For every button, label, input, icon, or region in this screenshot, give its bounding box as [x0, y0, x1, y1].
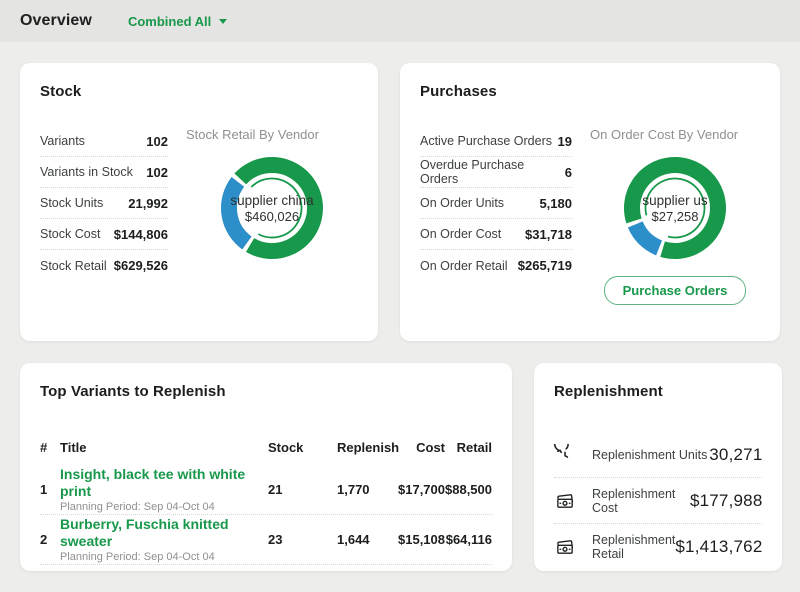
variant-link[interactable]: Burberry, Fuschia knitted sweater [60, 516, 268, 550]
planning-period: Planning Period: Sep 04-Oct 04 [60, 550, 268, 564]
purchases-stats: Active Purchase Orders 19 Overdue Purcha… [420, 126, 572, 305]
donut-chart-icon[interactable] [623, 156, 727, 260]
scope-dropdown[interactable]: Combined All [128, 14, 227, 29]
stat-row-variants: Variants 102 [40, 126, 168, 157]
on-order-cost-by-vendor-donut[interactable]: supplier us $27,258 [623, 156, 727, 260]
replenishment-card: Replenishment Replenishment Units 30,271 [534, 363, 782, 571]
col-header-cost: Cost [395, 440, 445, 455]
top-variants-title: Top Variants to Replenish [40, 383, 492, 400]
table-row[interactable]: 1 Insight, black tee with white print Pl… [40, 465, 492, 515]
purchase-orders-button[interactable]: Purchase Orders [604, 276, 747, 305]
purchases-card-title: Purchases [420, 83, 760, 100]
replenishment-title: Replenishment [554, 383, 762, 400]
col-header-replenish: Replenish [337, 440, 395, 455]
stat-row-stock-cost: Stock Cost $144,806 [40, 219, 168, 250]
col-header-retail: Retail [445, 440, 492, 455]
top-bar: Overview Combined All [0, 0, 800, 42]
donut-chart-icon[interactable] [220, 156, 324, 260]
table-row[interactable]: 2 Burberry, Fuschia knitted sweater Plan… [40, 515, 492, 565]
stat-row-on-order-retail: On Order Retail $265,719 [420, 250, 572, 281]
stock-card-title: Stock [40, 83, 358, 100]
stock-retail-by-vendor-donut[interactable]: supplier china $460,026 [220, 156, 324, 260]
stat-row-variants-in-stock: Variants in Stock 102 [40, 157, 168, 188]
stat-row-overdue-purchase-orders: Overdue Purchase Orders 6 [420, 157, 572, 188]
history-icon [554, 444, 576, 466]
page-title: Overview [20, 12, 92, 30]
dashboard: Stock Variants 102 Variants in Stock 102… [0, 42, 800, 571]
replenishment-retail-row: Replenishment Retail $1,413,762 [554, 524, 762, 570]
scope-dropdown-label: Combined All [128, 14, 211, 29]
col-header-stock: Stock [268, 440, 337, 455]
variants-table-header: # Title Stock Replenish Cost Retail [40, 440, 492, 465]
cash-icon [554, 490, 576, 512]
purchases-card: Purchases Active Purchase Orders 19 Over… [400, 63, 780, 341]
col-header-title: Title [60, 440, 268, 455]
cash-icon [554, 536, 576, 558]
col-header-num: # [40, 440, 60, 455]
chevron-down-icon [219, 19, 227, 24]
stat-row-on-order-units: On Order Units 5,180 [420, 188, 572, 219]
stock-chart-title: Stock Retail By Vendor [186, 126, 319, 144]
stat-row-on-order-cost: On Order Cost $31,718 [420, 219, 572, 250]
stat-row-active-purchase-orders: Active Purchase Orders 19 [420, 126, 572, 157]
planning-period: Planning Period: Sep 04-Oct 04 [60, 500, 268, 514]
top-variants-card: Top Variants to Replenish # Title Stock … [20, 363, 512, 571]
variant-link[interactable]: Insight, black tee with white print [60, 466, 268, 500]
stat-row-stock-retail: Stock Retail $629,526 [40, 250, 168, 281]
stat-row-stock-units: Stock Units 21,992 [40, 188, 168, 219]
purchases-chart-title: On Order Cost By Vendor [590, 126, 738, 144]
replenishment-cost-row: Replenishment Cost $177,988 [554, 478, 762, 524]
stock-card: Stock Variants 102 Variants in Stock 102… [20, 63, 378, 341]
replenishment-units-row: Replenishment Units 30,271 [554, 432, 762, 478]
stock-stats: Variants 102 Variants in Stock 102 Stock… [40, 126, 168, 281]
